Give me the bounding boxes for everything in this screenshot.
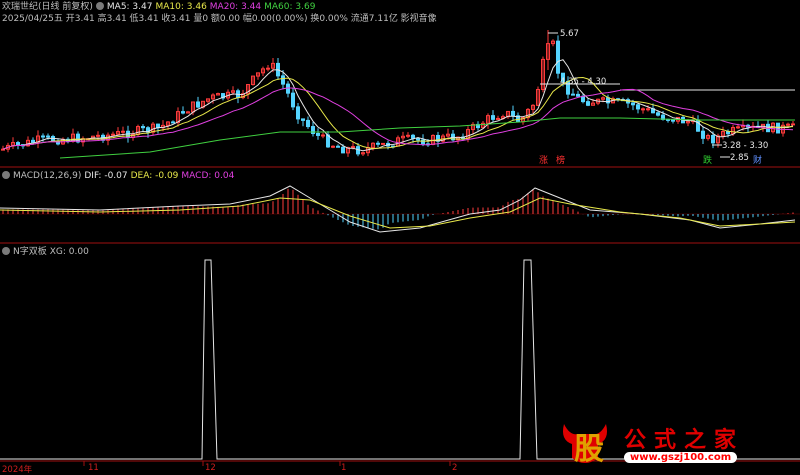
candle-body	[711, 134, 715, 144]
ma20-label: MA20: 3.44	[209, 2, 262, 12]
candle-body	[411, 134, 415, 139]
candle-body	[416, 137, 420, 141]
candle-body	[381, 142, 385, 145]
range-label-2: 3.28 - 3.30	[722, 141, 769, 151]
watermark-url: www.gszj100.com	[624, 452, 738, 463]
candle-body	[671, 119, 675, 122]
candle-body	[331, 145, 335, 148]
candle-body	[291, 92, 295, 108]
event-tag-list[interactable]: 榜	[556, 155, 565, 167]
candle-body	[421, 139, 425, 145]
macd-value-label: MACD: 0.04	[181, 171, 235, 181]
macd-dea-label: DEA: -0.09	[130, 171, 179, 181]
watermark-name: 公式之家	[624, 427, 745, 453]
watermark-char: 股	[574, 432, 604, 467]
nx-header: N字双板 XG: 0.00	[2, 246, 92, 258]
candle-body	[636, 104, 640, 110]
candle-body	[306, 119, 310, 128]
macd-name: MACD(12,26,9)	[13, 171, 82, 181]
candle-body	[581, 95, 585, 103]
candle-body	[646, 108, 650, 111]
candle-body	[631, 102, 635, 106]
candle-body	[171, 121, 175, 124]
candle-body	[511, 110, 515, 117]
quote-line: 2025/04/25五 开3.41 高3.41 低3.41 收3.41 量0 额…	[2, 14, 437, 24]
candle-body	[301, 118, 305, 121]
candle-body	[571, 93, 575, 96]
candle-body	[196, 101, 200, 108]
candle-body	[641, 108, 645, 111]
macd-dif-line	[0, 185, 796, 233]
candle-body	[736, 126, 740, 129]
candle-body	[141, 126, 145, 129]
candle-body	[281, 75, 285, 85]
x-axis-month-12: 12	[205, 463, 216, 473]
candle-body	[286, 83, 290, 94]
ma60-line	[59, 117, 795, 159]
event-tag-limit-down[interactable]: 跌	[703, 155, 712, 167]
candle-body	[111, 133, 115, 136]
candle-body	[406, 134, 410, 137]
candle-body	[336, 145, 340, 148]
range-label-1: 4.35 - 4.30	[560, 77, 607, 87]
event-tag-limit-up[interactable]: 涨	[539, 155, 548, 167]
ma60-label: MA60: 3.69	[264, 2, 316, 12]
event-tag-finance[interactable]: 财	[753, 155, 762, 167]
nx-name: N字双板	[13, 247, 47, 257]
x-axis-month-1: 1	[341, 463, 347, 473]
candle-body	[701, 130, 705, 139]
candle-body	[576, 93, 580, 97]
candle-body	[656, 112, 660, 116]
low-price-label: 2.85	[730, 153, 749, 163]
macd-dif-label: DIF: -0.07	[84, 171, 128, 181]
candle-body	[321, 134, 325, 137]
candle-body	[316, 133, 320, 136]
candle-body	[181, 111, 185, 114]
ma10-label: MA10: 3.46	[155, 2, 207, 12]
candle-body	[41, 135, 45, 138]
candle-body	[491, 115, 495, 120]
stock-title: 欢瑞世纪(日线 前复权)	[2, 2, 93, 12]
main-header: 欢瑞世纪(日线 前复权) MA5: 3.47 MA10: 3.46 MA20: 3.4…	[2, 1, 318, 13]
site-watermark: 股 公式之家 www.gszj100.com	[558, 418, 794, 470]
candle-body	[586, 101, 590, 106]
x-axis-month-11: 11	[88, 463, 99, 473]
candle-body	[266, 67, 270, 70]
candle-body	[696, 119, 700, 132]
candle-body	[496, 117, 500, 120]
candle-body	[376, 142, 380, 145]
settings-icon[interactable]	[95, 2, 104, 10]
nx-settings-icon[interactable]	[2, 247, 10, 255]
stock-chart[interactable]	[0, 0, 800, 475]
candle-body	[791, 123, 795, 126]
macd-header: MACD(12,26,9) DIF: -0.07 DEA: -0.09 MACD: 0…	[2, 170, 237, 182]
candle-body	[31, 139, 35, 143]
macd-dea-line	[0, 197, 796, 229]
ma5-label: MA5: 3.47	[106, 2, 153, 12]
candle-body	[296, 106, 300, 120]
candle-body	[96, 134, 100, 137]
candle-body	[16, 142, 20, 146]
candle-body	[556, 40, 560, 74]
candle-body	[46, 135, 50, 138]
candle-body	[121, 130, 125, 133]
x-axis-year: 2024年	[2, 465, 33, 475]
nx-xg-label: XG: 0.00	[49, 247, 89, 257]
candle-body	[341, 146, 345, 154]
x-axis-month-2: 2	[452, 463, 458, 473]
macd-settings-icon[interactable]	[2, 171, 10, 179]
high-price-label: 5.67	[560, 29, 579, 39]
